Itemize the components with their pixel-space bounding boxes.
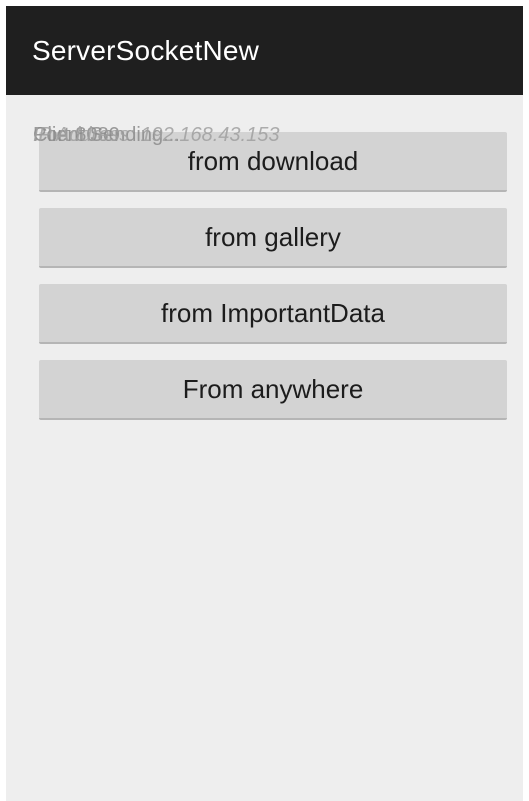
action-bar: ServerSocketNew (6, 6, 523, 95)
from-anywhere-button[interactable]: From anywhere (39, 360, 507, 420)
app-title: ServerSocketNew (32, 35, 260, 66)
from-gallery-button[interactable]: from gallery (39, 208, 507, 268)
from-download-button[interactable]: from download (39, 132, 507, 192)
main-content: Client Sending... Port 8080 IP Address: … (6, 95, 523, 801)
app-screen: ServerSocketNew Client Sending... Port 8… (6, 6, 523, 801)
from-important-data-button[interactable]: from ImportantData (39, 284, 507, 344)
